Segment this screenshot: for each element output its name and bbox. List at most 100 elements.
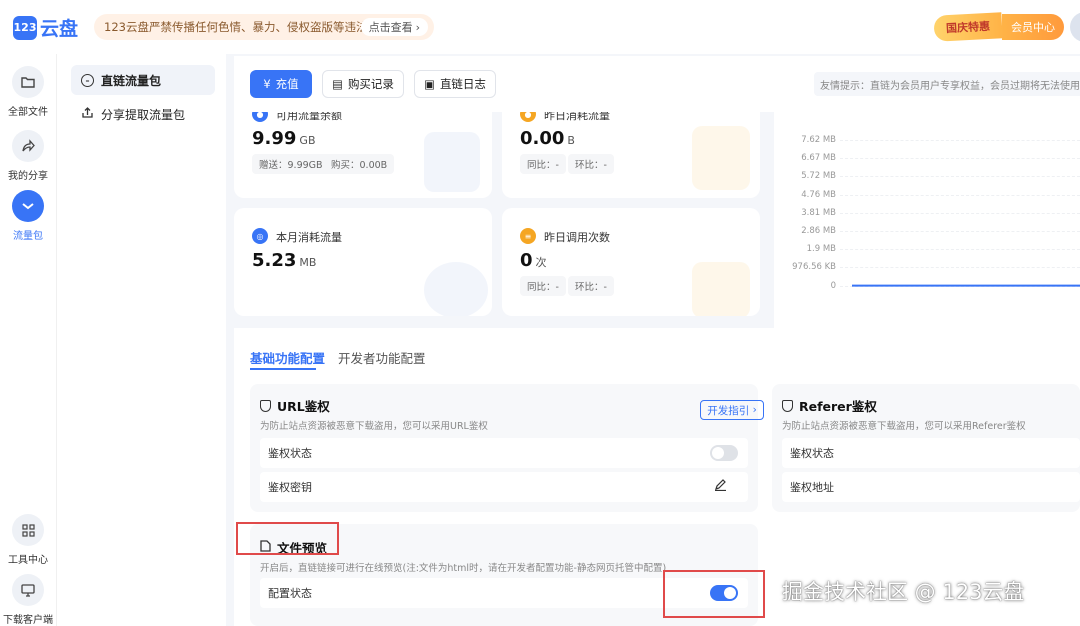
vip-center-button[interactable]: 会员中心: [1002, 14, 1064, 40]
referer-auth-title-text: Referer鉴权: [799, 399, 877, 414]
stat-number: 0: [520, 250, 533, 271]
stat-number: 9.99: [252, 128, 297, 149]
toggle-knob: [712, 447, 724, 459]
toolbar: ¥ 充值 ▤ 购买记录 ▣ 直链日志 友情提示：直链为会员用户专享权益，会员过期…: [234, 56, 1080, 112]
stat-chip: 赠送：9.99GB: [252, 154, 330, 174]
active-tab-indicator: [250, 368, 316, 370]
row-label: 鉴权状态: [268, 447, 312, 460]
subnav-item-share-traffic[interactable]: 分享提取流量包: [71, 99, 215, 129]
shield-icon: [782, 399, 793, 412]
traffic-icon: [12, 190, 44, 222]
deco-illustration: [424, 132, 480, 192]
notice-banner: 123云盘严禁传播任何色情、暴力、侵权盗版等违法违规内容 点击查看 ›: [94, 14, 434, 40]
stat-label: 本月消耗流量: [276, 231, 342, 244]
stat-card-call-count: ≡ 昨日调用次数 0次 同比：- 环比：-: [502, 208, 760, 316]
subnav-label: 分享提取流量包: [101, 107, 186, 122]
stat-label: 昨日调用次数: [544, 231, 610, 244]
url-auth-title: URL鉴权: [260, 396, 330, 415]
tab-basic-config[interactable]: 基础功能配置: [250, 348, 325, 367]
stat-card-balance: ● 可用流量余额 9.99 GB 赠送：9.99GB 购买：0.00B: [234, 102, 492, 198]
stat-value: 9.99 GB: [252, 128, 316, 149]
avatar[interactable]: [1070, 12, 1080, 42]
left-rail: 全部文件 我的分享 流量包 工具中心 下载客户端: [0, 54, 56, 626]
direct-log-label: 直链日志: [439, 77, 486, 91]
edit-icon[interactable]: [714, 478, 727, 494]
deco-illustration: [424, 262, 488, 316]
rail-label: 下载客户端: [3, 615, 53, 626]
stat-chip: 同比：-: [520, 154, 566, 174]
referer-auth-title: Referer鉴权: [782, 396, 877, 415]
rail-label: 流量包: [13, 231, 43, 242]
url-auth-desc: 为防止站点资源被恶意下载盗用，您可以采用URL鉴权: [260, 421, 488, 432]
subnav-item-direct-traffic[interactable]: – 直链流量包: [71, 65, 215, 95]
vip-promo-badge[interactable]: 国庆特惠: [933, 12, 1003, 42]
stat-chip: 同比：-: [520, 276, 566, 296]
logo-text: 云盘: [40, 18, 79, 40]
receipt-icon: ▤: [332, 77, 343, 91]
stat-number: 0.00: [520, 128, 565, 149]
tip-banner: 友情提示：直链为会员用户专享权益，会员过期将无法使用。直链主域: [814, 72, 1080, 96]
top-bar: 123 云盘 123云盘严禁传播任何色情、暴力、侵权盗版等违法违规内容 点击查看…: [0, 0, 1080, 54]
referer-status-row: 鉴权状态: [782, 438, 1080, 468]
purchase-log-label: 购买记录: [347, 77, 394, 91]
direct-log-button[interactable]: ▣ 直链日志: [414, 70, 496, 98]
chevron-right-icon: ›: [415, 20, 420, 34]
app-logo[interactable]: 123 云盘: [13, 14, 78, 41]
list-icon: ≡: [520, 228, 536, 244]
url-auth-toggle[interactable]: [710, 445, 738, 461]
share-icon: [12, 130, 44, 162]
subnav-label: 直链流量包: [101, 73, 162, 88]
rail-label: 我的分享: [8, 171, 48, 182]
highlight-preview-toggle: [663, 570, 765, 618]
recharge-button[interactable]: ¥ 充值: [250, 70, 312, 98]
logo-badge: 123: [13, 15, 37, 40]
dev-guide-label: 开发指引: [707, 404, 750, 417]
stat-value: 0.00 B: [520, 128, 575, 149]
minus-circle-icon: –: [81, 73, 94, 87]
rail-label: 全部文件: [8, 107, 48, 118]
row-label: 配置状态: [268, 587, 312, 600]
stat-card-monthly-traffic: ◎ 本月消耗流量 5.23 MB: [234, 208, 492, 316]
monitor-icon: [12, 574, 44, 606]
notice-view-label: 点击查看: [368, 21, 413, 34]
tab-developer-config[interactable]: 开发者功能配置: [338, 348, 426, 367]
secondary-nav: – 直链流量包 分享提取流量包: [56, 54, 226, 626]
stat-card-yesterday-traffic: ● 昨日消耗流量 0.00 B 同比：- 环比：-: [502, 102, 760, 198]
rail-item-tools[interactable]: 工具中心: [0, 514, 56, 566]
url-auth-status-row: 鉴权状态: [260, 438, 748, 468]
stat-number: 5.23: [252, 250, 297, 271]
log-icon: ▣: [424, 77, 435, 91]
deco-illustration: [692, 262, 750, 316]
highlight-file-preview-title: [236, 522, 339, 555]
folder-icon: [12, 66, 44, 98]
yen-icon: ¥: [263, 77, 271, 91]
referer-address-row: 鉴权地址: [782, 472, 1080, 502]
url-auth-key-row: 鉴权密钥: [260, 472, 748, 502]
stat-unit: 次: [535, 256, 547, 269]
chevron-right-icon: ›: [752, 404, 757, 416]
deco-illustration: [692, 126, 750, 190]
notice-view-button[interactable]: 点击查看 ›: [360, 18, 428, 36]
stat-unit: GB: [299, 134, 316, 147]
dev-guide-button[interactable]: 开发指引 ›: [700, 400, 764, 420]
stat-value: 5.23 MB: [252, 250, 316, 271]
stat-unit: B: [567, 134, 575, 147]
rail-label: 工具中心: [8, 555, 48, 566]
stat-chip: 购买：0.00B: [324, 154, 395, 174]
referer-auth-desc: 为防止站点资源被恶意下载盗用，您可以采用Referer鉴权: [782, 421, 1026, 432]
stat-chip: 环比：-: [568, 154, 614, 174]
url-auth-panel: URL鉴权 为防止站点资源被恶意下载盗用，您可以采用URL鉴权 开发指引 › 鉴…: [250, 384, 764, 512]
referer-auth-panel: Referer鉴权 为防止站点资源被恶意下载盗用，您可以采用Referer鉴权 …: [772, 384, 1080, 512]
file-preview-desc: 开启后，直链链接可进行在线预览(注:文件为html时，请在开发者配置功能-静态网…: [260, 563, 667, 574]
stat-chip: 环比：-: [568, 276, 614, 296]
shield-icon: [260, 399, 271, 412]
rail-item-download-client[interactable]: 下载客户端: [0, 574, 56, 626]
recharge-label: 充值: [275, 77, 299, 91]
watermark: 掘金技术社区 @ 123云盘: [782, 580, 1025, 604]
rail-item-my-share[interactable]: 我的分享: [0, 130, 56, 182]
rail-item-all-files[interactable]: 全部文件: [0, 66, 56, 118]
main-content: ● 可用流量余额 9.99 GB 赠送：9.99GB 购买：0.00B ● 昨日消…: [234, 56, 1080, 626]
upload-icon: [81, 106, 94, 122]
purchase-log-button[interactable]: ▤ 购买记录: [322, 70, 404, 98]
rail-item-traffic[interactable]: 流量包: [0, 190, 56, 242]
